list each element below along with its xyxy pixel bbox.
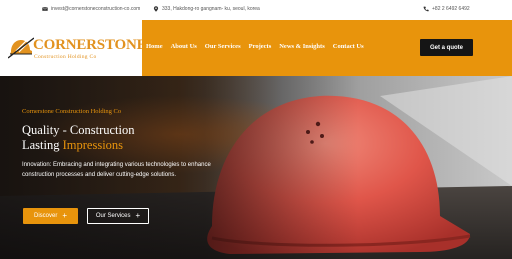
email-text: invest@cornerstoneconstruction-co.com — [51, 6, 141, 12]
nav-contact-us[interactable]: Contact Us — [333, 43, 364, 50]
logo-subtitle: Construction Holding Co — [34, 54, 97, 60]
nav-news-insights[interactable]: News & Insights — [279, 43, 325, 50]
hero-title-highlight: Impressions — [62, 138, 124, 152]
hero-kicker: Cornerstone Construction Holding Co — [22, 108, 122, 115]
logo[interactable]: CORNERSTONE Construction Holding Co — [0, 20, 147, 76]
phone-icon — [423, 6, 429, 12]
phone-contact[interactable]: +82 2 6492 6492 — [423, 6, 470, 12]
top-contact-bar: invest@cornerstoneconstruction-co.com 33… — [0, 0, 512, 20]
logo-name: CORNERSTONE — [33, 37, 147, 53]
envelope-icon — [42, 7, 48, 11]
hero-description: Innovation: Embracing and integrating va… — [22, 162, 211, 178]
nav-our-services[interactable]: Our Services — [205, 43, 241, 50]
nav-links: Home About Us Our Services Projects News… — [146, 43, 364, 50]
address-contact: 333, Hakdong-ro gangnam- ku, seoul, kore… — [153, 6, 260, 12]
nav-projects[interactable]: Projects — [249, 43, 272, 50]
hero-title-line1: Quality - Construction — [22, 123, 135, 137]
email-contact[interactable]: invest@cornerstoneconstruction-co.com — [42, 6, 140, 12]
hero-section: Cornerstone Construction Holding Co Qual… — [0, 76, 512, 259]
plus-icon: + — [135, 211, 141, 220]
our-services-button-label: Our Services — [95, 213, 131, 219]
our-services-button[interactable]: Our Services + — [87, 208, 149, 224]
plus-icon: + — [62, 211, 67, 220]
phone-text: +82 2 6492 6492 — [432, 6, 470, 12]
hero-title-line2: Lasting Impressions — [22, 138, 123, 153]
hard-hat-logo-icon — [8, 37, 34, 59]
location-pin-icon — [153, 6, 159, 12]
nav-about-us[interactable]: About Us — [171, 43, 197, 50]
nav-home[interactable]: Home — [146, 43, 163, 50]
main-navbar: Home About Us Our Services Projects News… — [142, 20, 512, 76]
hero-title-line2-plain: Lasting — [22, 138, 63, 152]
address-text: 333, Hakdong-ro gangnam- ku, seoul, kore… — [162, 6, 260, 12]
discover-button-label: Discover — [33, 213, 58, 219]
get-a-quote-button[interactable]: Get a quote — [420, 39, 473, 56]
discover-button[interactable]: Discover + — [23, 208, 78, 224]
